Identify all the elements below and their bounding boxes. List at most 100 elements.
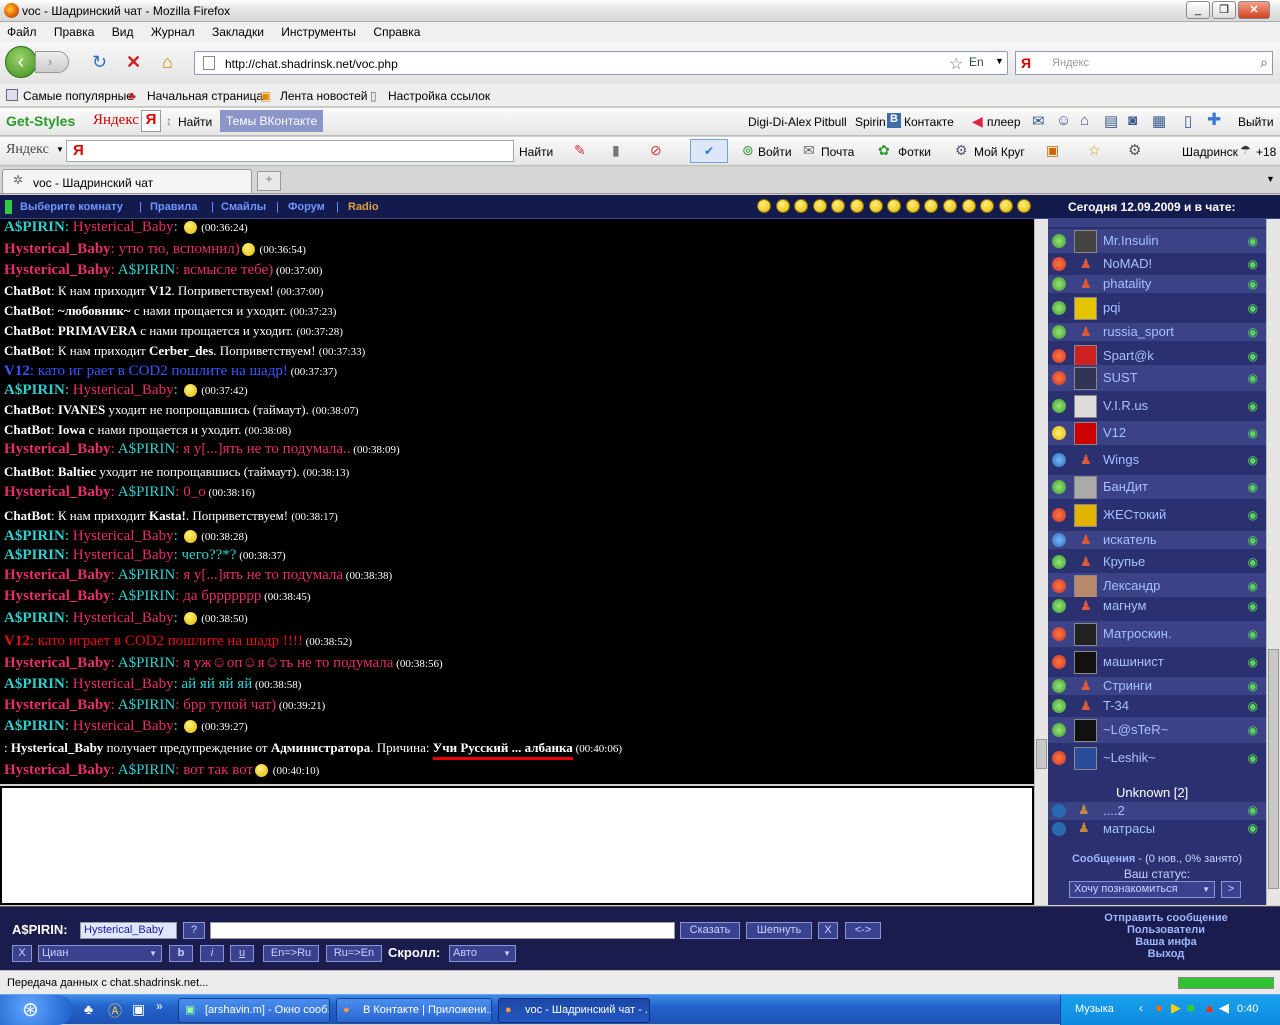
document-icon[interactable]: ▯ [1184,112,1192,130]
message-author[interactable]: Hysterical_Baby [4,567,111,583]
star-icon[interactable]: ☆ [1088,142,1101,159]
user-row[interactable]: ♟ NoMAD! ◉ [1048,255,1266,273]
user-pitbull[interactable]: Pitbull [814,115,847,129]
menu-bookmarks[interactable]: Закладки [205,22,271,39]
user-icon[interactable]: ☺ [1056,112,1071,129]
smiley-icon[interactable] [998,199,1013,213]
message-compose-area[interactable] [0,786,1034,905]
notes-icon[interactable]: ▤ [1104,112,1118,130]
briefcase-icon[interactable]: ▣ [1046,142,1059,159]
user-row[interactable]: ♟ phatality ◉ [1048,275,1266,293]
vk-themes-button[interactable]: Темы ВКонтакте [220,110,324,132]
menu-help[interactable]: Справка [366,22,427,39]
message-author[interactable]: A$PIRIN [4,676,65,692]
avatar[interactable] [1074,297,1097,320]
underline-button[interactable]: u [230,945,254,962]
message-recipient[interactable]: A$PIRIN [118,588,176,604]
eye-icon[interactable]: ◉ [1248,723,1258,737]
user-row[interactable]: ♟ T-34 ◉ [1048,697,1266,715]
eye-icon[interactable]: ◉ [1248,599,1258,613]
search-bar[interactable]: Я Яндекс ⌕ [1015,51,1273,75]
menu-tools[interactable]: Инструменты [274,22,363,39]
message-author[interactable]: Hysterical_Baby [4,697,111,713]
yandex-bar-logo[interactable]: Яндекс [6,142,49,158]
message-recipient[interactable]: Hysterical_Baby [73,219,174,235]
exit-button[interactable]: Выйти [1238,115,1274,129]
photos-button[interactable]: Фотки [898,145,931,159]
avatar[interactable] [1074,422,1097,445]
ya-button[interactable]: Я [141,110,161,132]
your-info-link[interactable]: Ваша инфа [1086,936,1246,948]
smiley-icon[interactable] [887,199,902,213]
url-dropdown-icon[interactable]: ▼ [995,56,1004,66]
user-row[interactable]: ♟ Крупье ◉ [1048,553,1266,571]
eye-icon[interactable]: ◉ [1248,277,1258,291]
more-icon[interactable]: » [156,999,163,1013]
eye-icon[interactable]: ◉ [1248,579,1258,593]
eye-icon[interactable]: ◉ [1248,426,1258,440]
user-row[interactable]: Mr.Insulin ◉ [1048,229,1266,253]
user-row[interactable]: ♟ Стринги ◉ [1048,677,1266,695]
no-icon[interactable]: ⊘ [650,142,662,159]
user-row[interactable]: ♟ искатель ◉ [1048,531,1266,549]
smiley-icon[interactable] [961,199,976,213]
messages-link[interactable]: Сообщения [1072,853,1135,865]
message-author[interactable]: A$PIRIN [4,718,65,734]
message-recipient[interactable]: A$PIRIN [118,697,176,713]
rules-link[interactable]: Правила [150,201,197,213]
eye-icon[interactable]: ◉ [1248,234,1258,248]
scroll-thumb[interactable] [1036,739,1047,769]
toolbar-find-button[interactable]: Найти [178,115,212,129]
status-select[interactable]: Хочу познакомиться ▼ [1069,881,1215,898]
message-author[interactable]: Hysterical_Baby [4,588,111,604]
smiley-icon[interactable] [757,199,771,213]
mail-button[interactable]: Почта [821,145,854,159]
menu-file[interactable]: Файл [0,22,44,39]
user-row[interactable]: pqi ◉ [1048,295,1266,321]
message-recipient[interactable]: A$PIRIN [118,655,176,671]
eye-icon[interactable]: ◉ [1248,821,1258,835]
minimize-button[interactable]: _ [1186,1,1210,19]
eye-icon[interactable]: ◉ [1248,679,1258,693]
message-recipient[interactable]: Hysterical_Baby [73,676,174,692]
user-digi-di-alex[interactable]: Digi-Di-Alex [748,115,811,129]
mail-icon[interactable]: ✉ [1032,112,1045,130]
login-button[interactable]: Войти [758,145,792,159]
user-row[interactable]: V12 ◉ [1048,421,1266,445]
message-recipient[interactable]: A$PIRIN [118,441,176,457]
message-author[interactable]: A$PIRIN [4,610,65,626]
ru-en-button[interactable]: Ru=>En [326,945,382,962]
user-row[interactable]: ♟ russia_sport ◉ [1048,323,1266,341]
user-row[interactable]: Матроскин. ◉ [1048,621,1266,647]
tray-icon[interactable]: ▶ [1171,1000,1181,1016]
task-vkontakte[interactable]: ● В Контакте | Приложени... [336,998,492,1023]
magnifier-icon[interactable]: ⌕ [1260,54,1268,71]
message-author[interactable]: A$PIRIN [4,382,65,398]
smiley-icon[interactable] [868,199,883,213]
bookmark-links-settings[interactable]: Настройка ссылок [388,89,490,103]
scroll-select[interactable]: Авто ▼ [449,945,516,962]
add-icon[interactable]: ✚ [1207,110,1221,130]
status-go-button[interactable]: > [1221,881,1241,898]
quicklaunch-icon[interactable]: ♣ [84,1001,93,1017]
smiley-icon[interactable] [794,199,809,213]
bookmark-popular[interactable]: Самые популярные [23,89,133,103]
italic-button[interactable]: i [200,945,224,962]
message-recipient[interactable]: Hysterical_Baby [73,528,174,544]
smiles-link[interactable]: Смайлы [221,201,266,213]
avatar[interactable] [1074,719,1097,742]
reload-icon[interactable]: ↻ [92,52,107,72]
avatar[interactable] [1074,651,1097,674]
message-author[interactable]: Hysterical_Baby [4,262,111,278]
message-author[interactable]: V12 [4,633,30,649]
eye-icon[interactable]: ◉ [1248,655,1258,669]
stop-icon[interactable]: ✕ [126,52,141,72]
user-row[interactable]: SUST ◉ [1048,365,1266,391]
users-link[interactable]: Пользователи [1086,924,1246,936]
smiley-icon[interactable] [1017,199,1032,213]
get-styles-brand[interactable]: Get-Styles [6,113,75,129]
userlist-scrollbar[interactable] [1266,219,1280,905]
tray-arrow-icon[interactable]: ‹ [1139,1001,1143,1015]
home-icon[interactable]: ⌂ [162,52,173,72]
user-row[interactable]: машинист ◉ [1048,649,1266,675]
